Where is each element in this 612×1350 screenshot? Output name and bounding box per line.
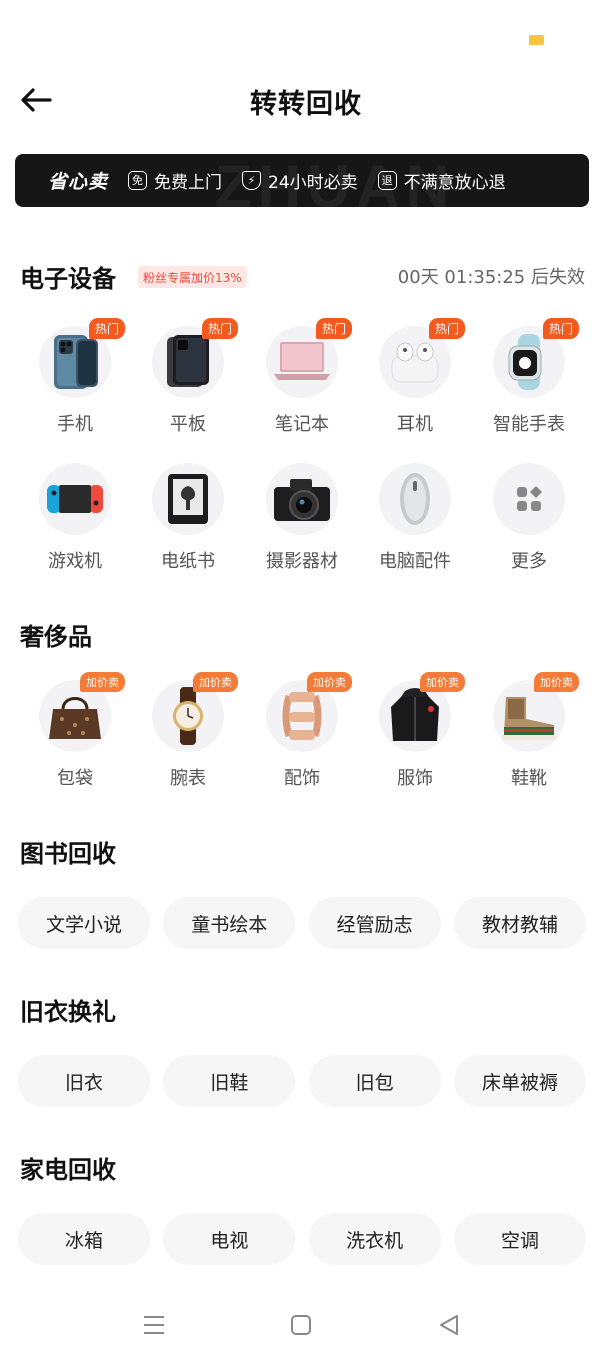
home-square-icon <box>291 1315 311 1335</box>
chip-tv[interactable]: 电视 <box>163 1213 296 1265</box>
free-icon: 免 <box>128 171 148 190</box>
hot-badge: 热门 <box>315 318 352 339</box>
status-bar <box>0 0 612 60</box>
menu-button[interactable] <box>142 1314 166 1340</box>
category-game-console[interactable]: 游戏机 <box>25 463 125 573</box>
category-label: 智能手表 <box>493 414 565 435</box>
menu-icon <box>144 1316 164 1334</box>
category-earbuds[interactable]: 热门 耳机 <box>365 318 465 436</box>
countdown-timer: 00天 01:35:25 后失效 <box>397 267 585 288</box>
header: 转转回收 <box>0 70 612 134</box>
clothes-chip-row: 旧衣 旧鞋 旧包 床单被褥 <box>18 1055 586 1107</box>
section-title-clothes: 旧衣换礼 <box>20 998 116 1026</box>
category-accessory[interactable]: 加价卖 配饰 <box>252 672 352 790</box>
category-label: 电纸书 <box>161 551 215 572</box>
chip-literature[interactable]: 文学小说 <box>18 897 150 949</box>
appliances-chip-row: 冰箱 电视 洗衣机 空调 <box>18 1213 586 1265</box>
category-label: 耳机 <box>397 414 433 435</box>
category-camera[interactable]: 摄影器材 <box>252 463 352 573</box>
feature-free-pickup: 免 免费上门 <box>128 168 222 193</box>
category-apparel[interactable]: 加价卖 服饰 <box>365 672 465 790</box>
category-label: 摄影器材 <box>266 551 338 572</box>
camera-icon <box>274 479 330 521</box>
section-title-luxury: 奢侈品 <box>20 623 92 651</box>
system-nav-bar <box>0 1298 612 1350</box>
battery-icon <box>529 35 544 45</box>
hot-badge: 热门 <box>542 318 579 339</box>
bracelet-icon <box>282 692 322 740</box>
category-phone[interactable]: 热门 手机 <box>25 318 125 436</box>
category-tablet[interactable]: 热门 平板 <box>138 318 238 436</box>
ereader-icon <box>168 474 208 524</box>
hot-badge: 热门 <box>428 318 465 339</box>
price-up-badge: 加价卖 <box>193 672 238 692</box>
chip-air-conditioner[interactable]: 空调 <box>453 1213 586 1265</box>
category-label: 配饰 <box>284 768 320 789</box>
sneaker-icon <box>502 697 556 740</box>
price-up-badge: 加价卖 <box>534 672 579 692</box>
handbag-icon <box>49 697 101 739</box>
section-title-books: 图书回收 <box>20 840 116 868</box>
chip-children-books[interactable]: 童书绘本 <box>163 897 296 949</box>
chip-old-clothes[interactable]: 旧衣 <box>18 1055 150 1107</box>
price-up-badge: 加价卖 <box>80 672 125 692</box>
promo-tag: 粉丝专属加价13% <box>138 266 247 288</box>
mouse-icon <box>400 473 430 525</box>
category-label: 服饰 <box>397 768 433 789</box>
category-wristwatch[interactable]: 加价卖 腕表 <box>138 672 238 790</box>
phone-icon <box>54 335 98 389</box>
category-ereader[interactable]: 电纸书 <box>138 463 238 573</box>
page-title: 转转回收 <box>250 89 362 120</box>
chip-old-shoes[interactable]: 旧鞋 <box>163 1055 296 1107</box>
service-banner[interactable]: ZHUAN 省心卖 免 免费上门 ⚡ 24小时必卖 退 不满意放心退 <box>15 154 589 207</box>
price-up-badge: 加价卖 <box>420 672 465 692</box>
books-chip-row: 文学小说 童书绘本 经管励志 教材教辅 <box>18 897 586 949</box>
hot-badge: 热门 <box>201 318 238 339</box>
chip-old-bags[interactable]: 旧包 <box>308 1055 441 1107</box>
chip-washer[interactable]: 洗衣机 <box>308 1213 441 1265</box>
more-icon <box>517 486 542 511</box>
category-smartwatch[interactable]: 热门 智能手表 <box>479 318 579 436</box>
system-back-button[interactable] <box>438 1314 460 1340</box>
chip-textbooks[interactable]: 教材教辅 <box>453 897 586 949</box>
category-label: 手机 <box>57 414 93 435</box>
chip-fridge[interactable]: 冰箱 <box>18 1213 150 1265</box>
category-label: 平板 <box>170 414 206 435</box>
category-label: 笔记本 <box>275 414 329 435</box>
section-title-electronics: 电子设备 <box>20 265 116 293</box>
category-label: 腕表 <box>170 768 206 789</box>
game-console-icon <box>47 485 103 513</box>
category-shoes[interactable]: 加价卖 鞋靴 <box>479 672 579 790</box>
home-button[interactable] <box>290 1314 312 1340</box>
laptop-icon <box>274 342 330 380</box>
banner-watermark: ZHUAN <box>215 154 455 207</box>
chip-business[interactable]: 经管励志 <box>308 897 441 949</box>
chip-bedding[interactable]: 床单被褥 <box>453 1055 586 1107</box>
category-handbag[interactable]: 加价卖 包袋 <box>25 672 125 790</box>
feature-label: 免费上门 <box>154 173 223 193</box>
price-up-badge: 加价卖 <box>307 672 352 692</box>
wristwatch-icon <box>173 687 203 745</box>
hot-badge: 热门 <box>88 318 125 339</box>
category-label: 更多 <box>511 551 547 572</box>
category-pc-accessory[interactable]: 电脑配件 <box>365 463 465 573</box>
category-more[interactable]: 更多 <box>479 463 579 573</box>
back-triangle-icon <box>440 1315 458 1335</box>
category-label: 游戏机 <box>48 551 102 572</box>
category-label: 鞋靴 <box>511 768 547 789</box>
category-laptop[interactable]: 热门 笔记本 <box>252 318 352 436</box>
smartwatch-icon <box>508 334 542 390</box>
earbuds-icon <box>391 342 439 383</box>
banner-brand: 省心卖 <box>48 171 109 193</box>
category-label: 包袋 <box>57 768 93 789</box>
section-title-appliances: 家电回收 <box>20 1156 116 1184</box>
jacket-icon <box>391 688 439 741</box>
tablet-icon <box>167 335 209 387</box>
category-label: 电脑配件 <box>379 551 451 572</box>
